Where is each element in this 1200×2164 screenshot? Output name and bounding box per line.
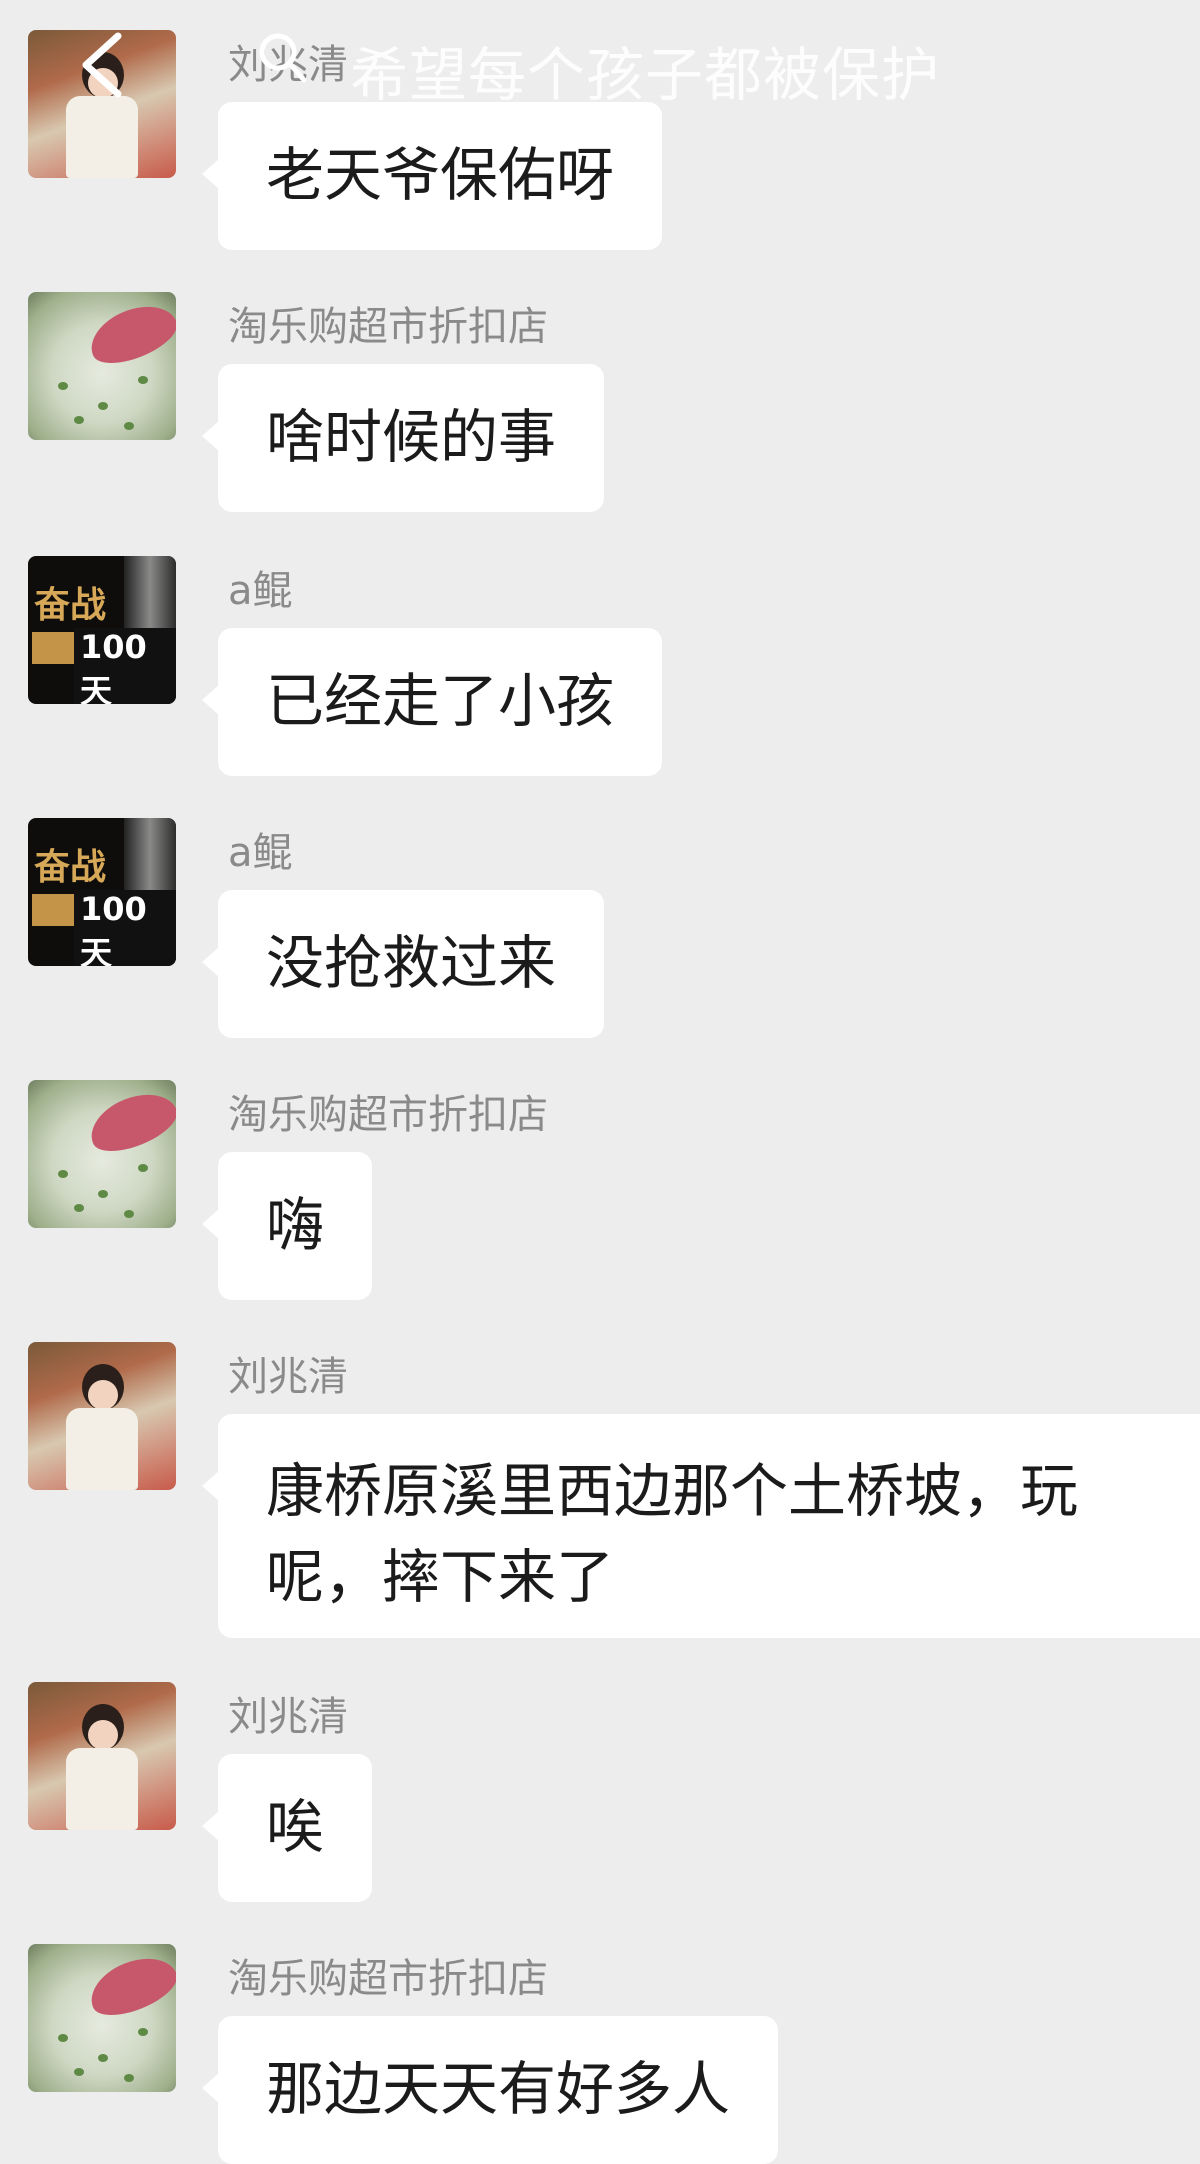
avatar[interactable] (28, 1080, 176, 1228)
top-bar: 希望每个孩子都被保护 (0, 0, 1200, 130)
back-button[interactable] (74, 30, 134, 100)
message-bubble[interactable]: 啥时候的事 (201, 364, 605, 512)
message-bubble[interactable]: 唉 (201, 1754, 373, 1902)
avatar[interactable] (28, 1944, 176, 2092)
search-query-text[interactable]: 希望每个孩子都被保护 (350, 28, 940, 112)
avatar[interactable]: 奋战 100天 (28, 556, 176, 704)
message-bubble[interactable]: 那边天天有好多人 (201, 2016, 779, 2164)
message-bubble[interactable]: 没抢救过来 (201, 890, 605, 1038)
sender-name: 淘乐购超市折扣店 (228, 304, 548, 350)
avatar[interactable] (28, 292, 176, 440)
sender-name: 淘乐购超市折扣店 (228, 1092, 548, 1138)
message-bubble[interactable]: 已经走了小孩 (201, 628, 663, 776)
avatar[interactable]: 奋战 100天 (28, 818, 176, 966)
sender-name: a鲲 (228, 830, 293, 876)
chevron-left-icon (82, 32, 122, 98)
avatar[interactable] (28, 1682, 176, 1830)
sender-name: a鲲 (228, 568, 293, 614)
search-icon[interactable] (258, 30, 308, 86)
sender-name: 刘兆清 (228, 1354, 348, 1400)
sender-name: 刘兆清 (228, 1694, 348, 1740)
message-bubble[interactable]: 嗨 (201, 1152, 373, 1300)
sender-name: 淘乐购超市折扣店 (228, 1956, 548, 2002)
message-bubble[interactable]: 康桥原溪里西边那个土桥坡，玩呢，摔下来了 (202, 1414, 1200, 1638)
avatar[interactable] (28, 1342, 176, 1490)
